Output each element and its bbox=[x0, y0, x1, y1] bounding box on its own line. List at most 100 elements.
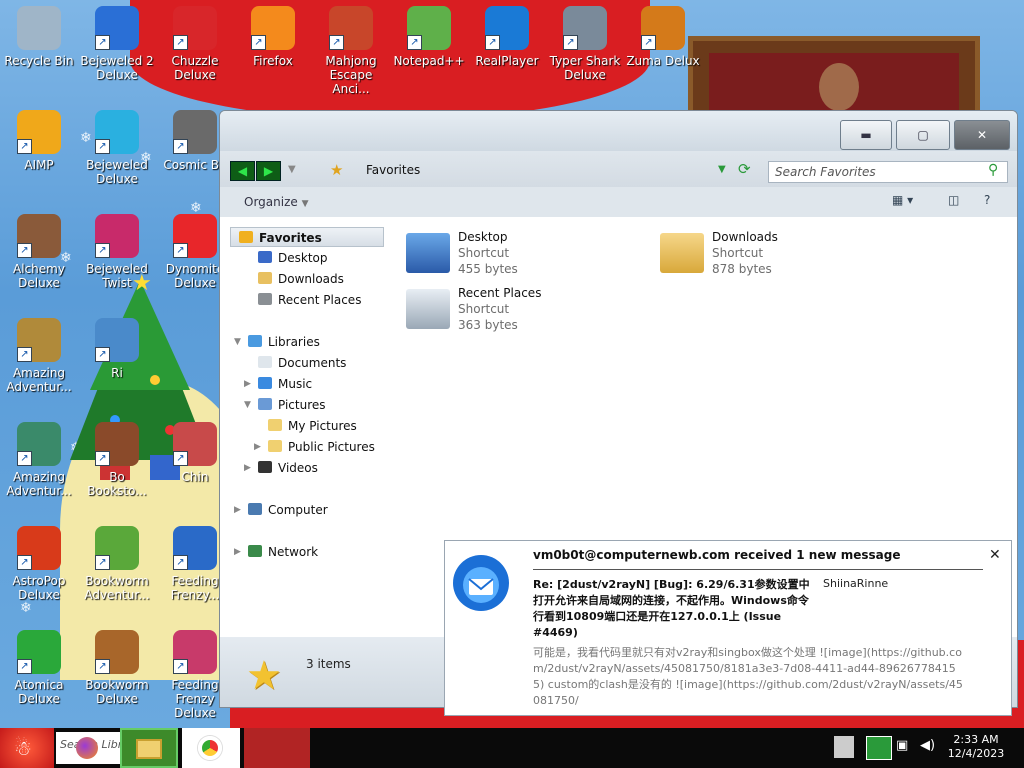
desktop-icon[interactable]: Recycle Bin bbox=[0, 0, 78, 96]
help-icon[interactable]: ? bbox=[984, 193, 990, 207]
nav-item[interactable]: Recent Places bbox=[258, 290, 361, 310]
desktop-icon[interactable]: ↗ Amazing Adventur... bbox=[0, 416, 78, 512]
mail-notification[interactable]: vm0b0t@computernewb.com received 1 new m… bbox=[444, 540, 1012, 716]
desktop-icon[interactable]: ↗ Bo Booksto... bbox=[78, 416, 156, 512]
minimize-button[interactable]: ▬ bbox=[840, 120, 892, 150]
nav-item[interactable]: Public Pictures bbox=[268, 437, 375, 457]
notification-subject: Re: [2dust/v2rayN] [Bug]: 6.29/6.31参数设置中… bbox=[533, 578, 810, 639]
volume-icon[interactable]: ◀) bbox=[920, 738, 935, 753]
desktop-icon[interactable]: ↗ Notepad++ bbox=[390, 0, 468, 96]
file-item[interactable]: Desktop Shortcut 455 bytes bbox=[406, 229, 636, 281]
desktop-icon[interactable]: ↗ Bookworm Deluxe bbox=[78, 624, 156, 720]
file-type: Shortcut bbox=[458, 302, 510, 316]
view-options-icon[interactable]: ▦ ▾ bbox=[892, 193, 913, 207]
santa-start-icon: ☃ bbox=[14, 736, 32, 760]
refresh-icon[interactable]: ⟳ bbox=[738, 160, 751, 178]
preview-pane-icon[interactable]: ◫ bbox=[948, 193, 959, 207]
firefox-icon bbox=[76, 737, 98, 759]
notification-close-button[interactable]: ✕ bbox=[989, 547, 1001, 563]
chin-icon: ↗ bbox=[173, 422, 217, 466]
shortcut-arrow-icon: ↗ bbox=[641, 35, 656, 50]
thunderbird-icon bbox=[453, 555, 509, 611]
desktop-icon[interactable]: ↗ Bejeweled Deluxe bbox=[78, 104, 156, 200]
desktop-icon[interactable]: ↗ Typer Shark Deluxe bbox=[546, 0, 624, 96]
item-count: 3 items bbox=[306, 657, 351, 671]
bejeweled-icon: ↗ bbox=[95, 110, 139, 154]
recent-places-icon bbox=[406, 289, 450, 329]
desktop-icon[interactable]: ↗ Bejeweled Twist bbox=[78, 208, 156, 304]
desktop-icon[interactable]: ↗ Alchemy Deluxe bbox=[0, 208, 78, 304]
desktop-icon[interactable]: ↗ Atomica Deluxe bbox=[0, 624, 78, 720]
desktop-icon[interactable]: ↗ Amazing Adventur... bbox=[0, 312, 78, 408]
address-dropdown-icon[interactable]: ▼ bbox=[718, 164, 726, 175]
expand-toggle-icon[interactable]: ▼ bbox=[244, 400, 251, 410]
file-item[interactable]: Downloads Shortcut 878 bytes bbox=[660, 229, 890, 281]
taskbar: ☃ Search Libr ▣ ◀) 2:33 AM 12/4/2023 bbox=[0, 728, 1024, 768]
navigation-pane: ▼ Favorites Desktop Downloads Recent Places ▼… bbox=[220, 217, 392, 637]
forward-button[interactable]: ▶ bbox=[256, 161, 281, 181]
bookworm-adventures-icon: ↗ bbox=[95, 526, 139, 570]
nav-item[interactable]: Network bbox=[248, 542, 318, 562]
ri-icon: ↗ bbox=[95, 318, 139, 362]
nav-item[interactable]: Pictures bbox=[258, 395, 326, 415]
shortcut-arrow-icon: ↗ bbox=[17, 451, 32, 466]
clock[interactable]: 2:33 AM 12/4/2023 bbox=[944, 728, 1008, 768]
expand-toggle-icon[interactable]: ▶ bbox=[254, 442, 261, 452]
notepadpp-icon: ↗ bbox=[407, 6, 451, 50]
recent-pages-chevron-icon[interactable]: ▼ bbox=[288, 164, 296, 175]
expand-toggle-icon[interactable]: ▶ bbox=[244, 379, 251, 389]
taskbar-firefox[interactable] bbox=[66, 728, 110, 768]
nav-item[interactable]: Music bbox=[258, 374, 312, 394]
shortcut-arrow-icon: ↗ bbox=[95, 139, 110, 154]
desktop-icon[interactable]: ↗ Ri bbox=[78, 312, 156, 408]
expand-toggle-icon[interactable]: ▶ bbox=[234, 505, 241, 515]
amazing-adventures-icon: ↗ bbox=[17, 318, 61, 362]
desktop-icon-label: Notepad++ bbox=[393, 54, 465, 68]
nav-item[interactable]: Computer bbox=[248, 500, 328, 520]
amazing-adventures2-icon: ↗ bbox=[17, 422, 61, 466]
nav-item[interactable]: My Pictures bbox=[268, 416, 357, 436]
search-icon[interactable]: ⚲ bbox=[988, 162, 998, 178]
start-button[interactable]: ☃ bbox=[0, 728, 54, 768]
desktop-icon-label: RealPlayer bbox=[475, 54, 539, 68]
folder-download-icon bbox=[258, 272, 272, 284]
nav-item[interactable]: Videos bbox=[258, 458, 318, 478]
bejeweled-twist-icon: ↗ bbox=[95, 214, 139, 258]
file-item[interactable]: Recent Places Shortcut 363 bytes bbox=[406, 285, 636, 337]
taskbar-chrome[interactable] bbox=[182, 728, 240, 768]
nav-item[interactable]: Desktop bbox=[258, 248, 328, 268]
expand-toggle-icon[interactable]: ▶ bbox=[244, 463, 251, 473]
nav-item[interactable]: Favorites bbox=[230, 227, 384, 247]
nav-item[interactable]: Libraries bbox=[248, 332, 320, 352]
desktop-icon[interactable]: ↗ AstroPop Deluxe bbox=[0, 520, 78, 616]
taskbar-active-window[interactable] bbox=[244, 728, 310, 768]
desktop-icon[interactable]: ↗ AIMP bbox=[0, 104, 78, 200]
desktop-icon[interactable]: ↗ Mahjong Escape Anci... bbox=[312, 0, 390, 96]
nav-item[interactable]: Documents bbox=[258, 353, 346, 373]
search-input[interactable]: Search Favorites bbox=[768, 161, 1008, 183]
desktop-icon[interactable]: ↗ Zuma Delux bbox=[624, 0, 702, 96]
desktop-icon[interactable]: ↗ RealPlayer bbox=[468, 0, 546, 96]
libraries-icon bbox=[248, 335, 262, 347]
back-button[interactable]: ◀ bbox=[230, 161, 255, 181]
organize-button[interactable]: Organize ▼ bbox=[244, 195, 309, 209]
desktop-icon[interactable]: ↗ Bejeweled 2 Deluxe bbox=[78, 0, 156, 96]
tray-icon-1[interactable] bbox=[834, 736, 854, 758]
desktop-icon[interactable]: ↗ Chuzzle Deluxe bbox=[156, 0, 234, 96]
downloads-folder-icon bbox=[660, 233, 704, 273]
desktop-icon-label: AIMP bbox=[24, 158, 54, 172]
expand-toggle-icon[interactable]: ▶ bbox=[234, 547, 241, 557]
maximize-button[interactable]: ▢ bbox=[896, 120, 950, 150]
desktop-icon[interactable]: ↗ Firefox bbox=[234, 0, 312, 96]
desktop-icon-label: Amazing Adventur... bbox=[6, 470, 72, 498]
expand-toggle-icon[interactable]: ▼ bbox=[234, 337, 241, 347]
desktop-icon[interactable]: ↗ Bookworm Adventur... bbox=[78, 520, 156, 616]
feeding-frenzy-icon: ↗ bbox=[173, 526, 217, 570]
action-center-icon[interactable] bbox=[866, 736, 892, 760]
nav-item[interactable]: Downloads bbox=[258, 269, 344, 289]
address-location[interactable]: Favorites bbox=[366, 163, 420, 177]
taskbar-explorer[interactable] bbox=[120, 728, 178, 768]
title-bar[interactable]: ▬ ▢ ✕ bbox=[220, 111, 1017, 151]
network-icon[interactable]: ▣ bbox=[896, 738, 908, 753]
close-button[interactable]: ✕ bbox=[954, 120, 1010, 150]
